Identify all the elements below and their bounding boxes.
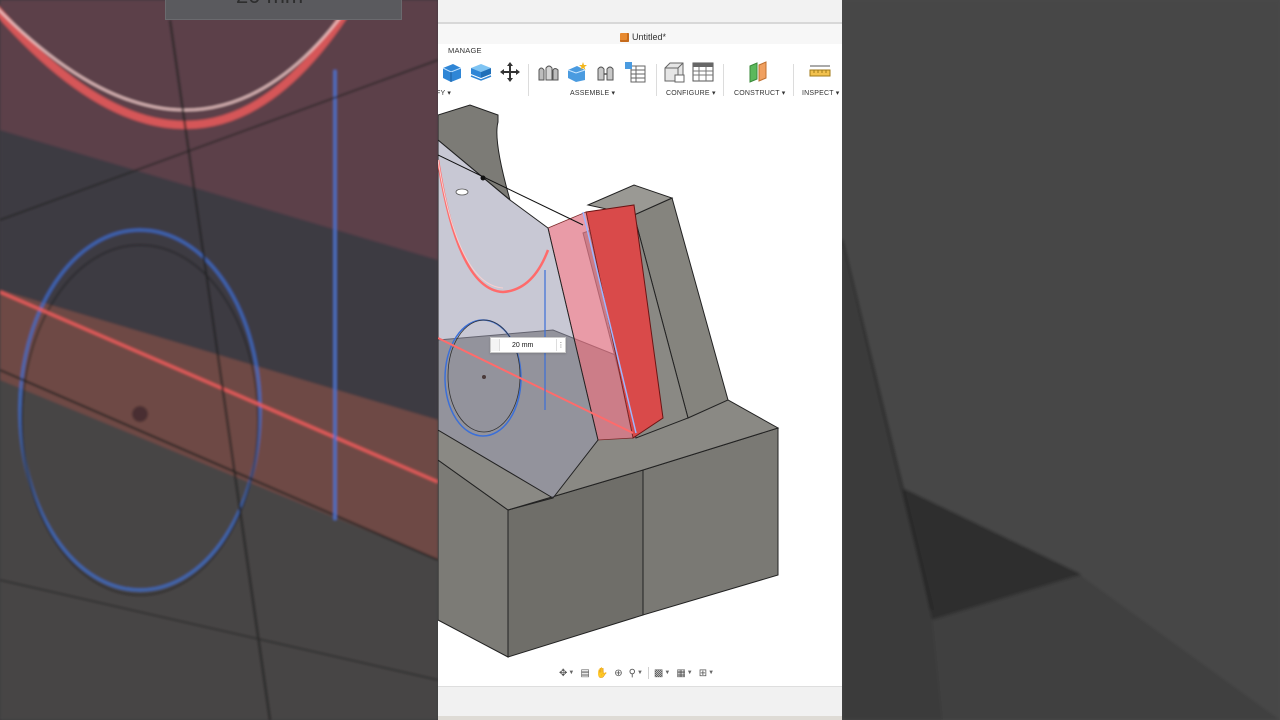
construct-group-label[interactable]: CONSTRUCT: [734, 89, 785, 97]
measure-icon[interactable]: [808, 60, 832, 84]
zoomed-dimension-box: 20 mm: [165, 0, 402, 20]
viewports-icon[interactable]: ⊞ ▼: [697, 665, 716, 681]
status-bar: [438, 686, 842, 717]
navigation-bar: ✥ ▼ ▤ ✋ ⊕ ⚲ ▼ ▩ ▼ ▦ ▼ ⊞ ▼: [557, 664, 717, 682]
document-title: Untitled*: [632, 32, 667, 42]
ribbon-separator: [656, 64, 657, 96]
canvas-viewport[interactable]: 20 mm ⋮: [438, 100, 842, 686]
nav-separator: [647, 667, 649, 679]
orbit-icon[interactable]: ✥ ▼: [557, 665, 576, 681]
move-icon[interactable]: [498, 60, 522, 84]
document-tab-bar: Untitled*: [438, 24, 842, 44]
grid-icon[interactable]: ▦ ▼: [674, 665, 694, 681]
assemble-group-label[interactable]: ASSEMBLE: [570, 89, 615, 97]
new-component-icon[interactable]: [536, 60, 560, 84]
model-view: [438, 104, 780, 658]
as-built-joint-icon[interactable]: [594, 60, 618, 84]
pivot-point[interactable]: [455, 188, 469, 196]
inspect-group-label[interactable]: INSPECT: [802, 89, 839, 97]
ribbon-tab-manage[interactable]: MANAGE: [448, 46, 482, 55]
configure-group-label[interactable]: CONFIGURE: [666, 89, 716, 97]
look-at-icon[interactable]: ▤: [578, 665, 591, 681]
dimension-options-icon[interactable]: ⋮: [556, 339, 565, 351]
configure-icon[interactable]: [662, 60, 686, 84]
zoom-icon[interactable]: ⊕: [612, 665, 624, 681]
document-tab[interactable]: Untitled*: [620, 30, 666, 44]
press-pull-icon[interactable]: [469, 60, 493, 84]
zoomed-dimension-text: 20 mm: [236, 0, 303, 9]
zoom-window-icon[interactable]: ⚲ ▼: [627, 665, 645, 681]
document-icon: [620, 32, 629, 42]
joint-origin-icon[interactable]: [623, 60, 647, 84]
offset-plane-icon[interactable]: [746, 60, 770, 84]
left-zoomed-background: 20 mm: [0, 0, 438, 720]
display-settings-icon[interactable]: ▩ ▼: [652, 665, 672, 681]
ribbon-separator: [723, 64, 724, 96]
dimension-grip-handle[interactable]: [491, 339, 500, 351]
table-icon[interactable]: [691, 60, 715, 84]
ribbon-separator: [793, 64, 794, 96]
title-bar: [438, 0, 842, 24]
right-zoomed-model: [842, 0, 1280, 720]
fusion-app-window: Untitled* MANAGE FY ▾ ASSEMBLE ▾ CONFIGU…: [438, 0, 842, 720]
toolbar-ribbon: MANAGE FY ▾ ASSEMBLE ▾ CONFIGURE ▾ CONST…: [438, 44, 842, 101]
right-zoomed-background: [842, 0, 1280, 720]
dimension-input-box[interactable]: 20 mm ⋮: [490, 337, 566, 353]
push-pull-icon[interactable]: [440, 60, 464, 84]
pan-icon[interactable]: ✋: [594, 665, 610, 681]
window-bottom-edge: [438, 716, 842, 720]
joint-icon[interactable]: [565, 60, 589, 84]
left-zoomed-model: [0, 0, 438, 720]
dimension-value-input[interactable]: 20 mm: [500, 342, 556, 349]
modify-group-label[interactable]: FY: [438, 89, 451, 97]
ribbon-separator: [528, 64, 529, 96]
